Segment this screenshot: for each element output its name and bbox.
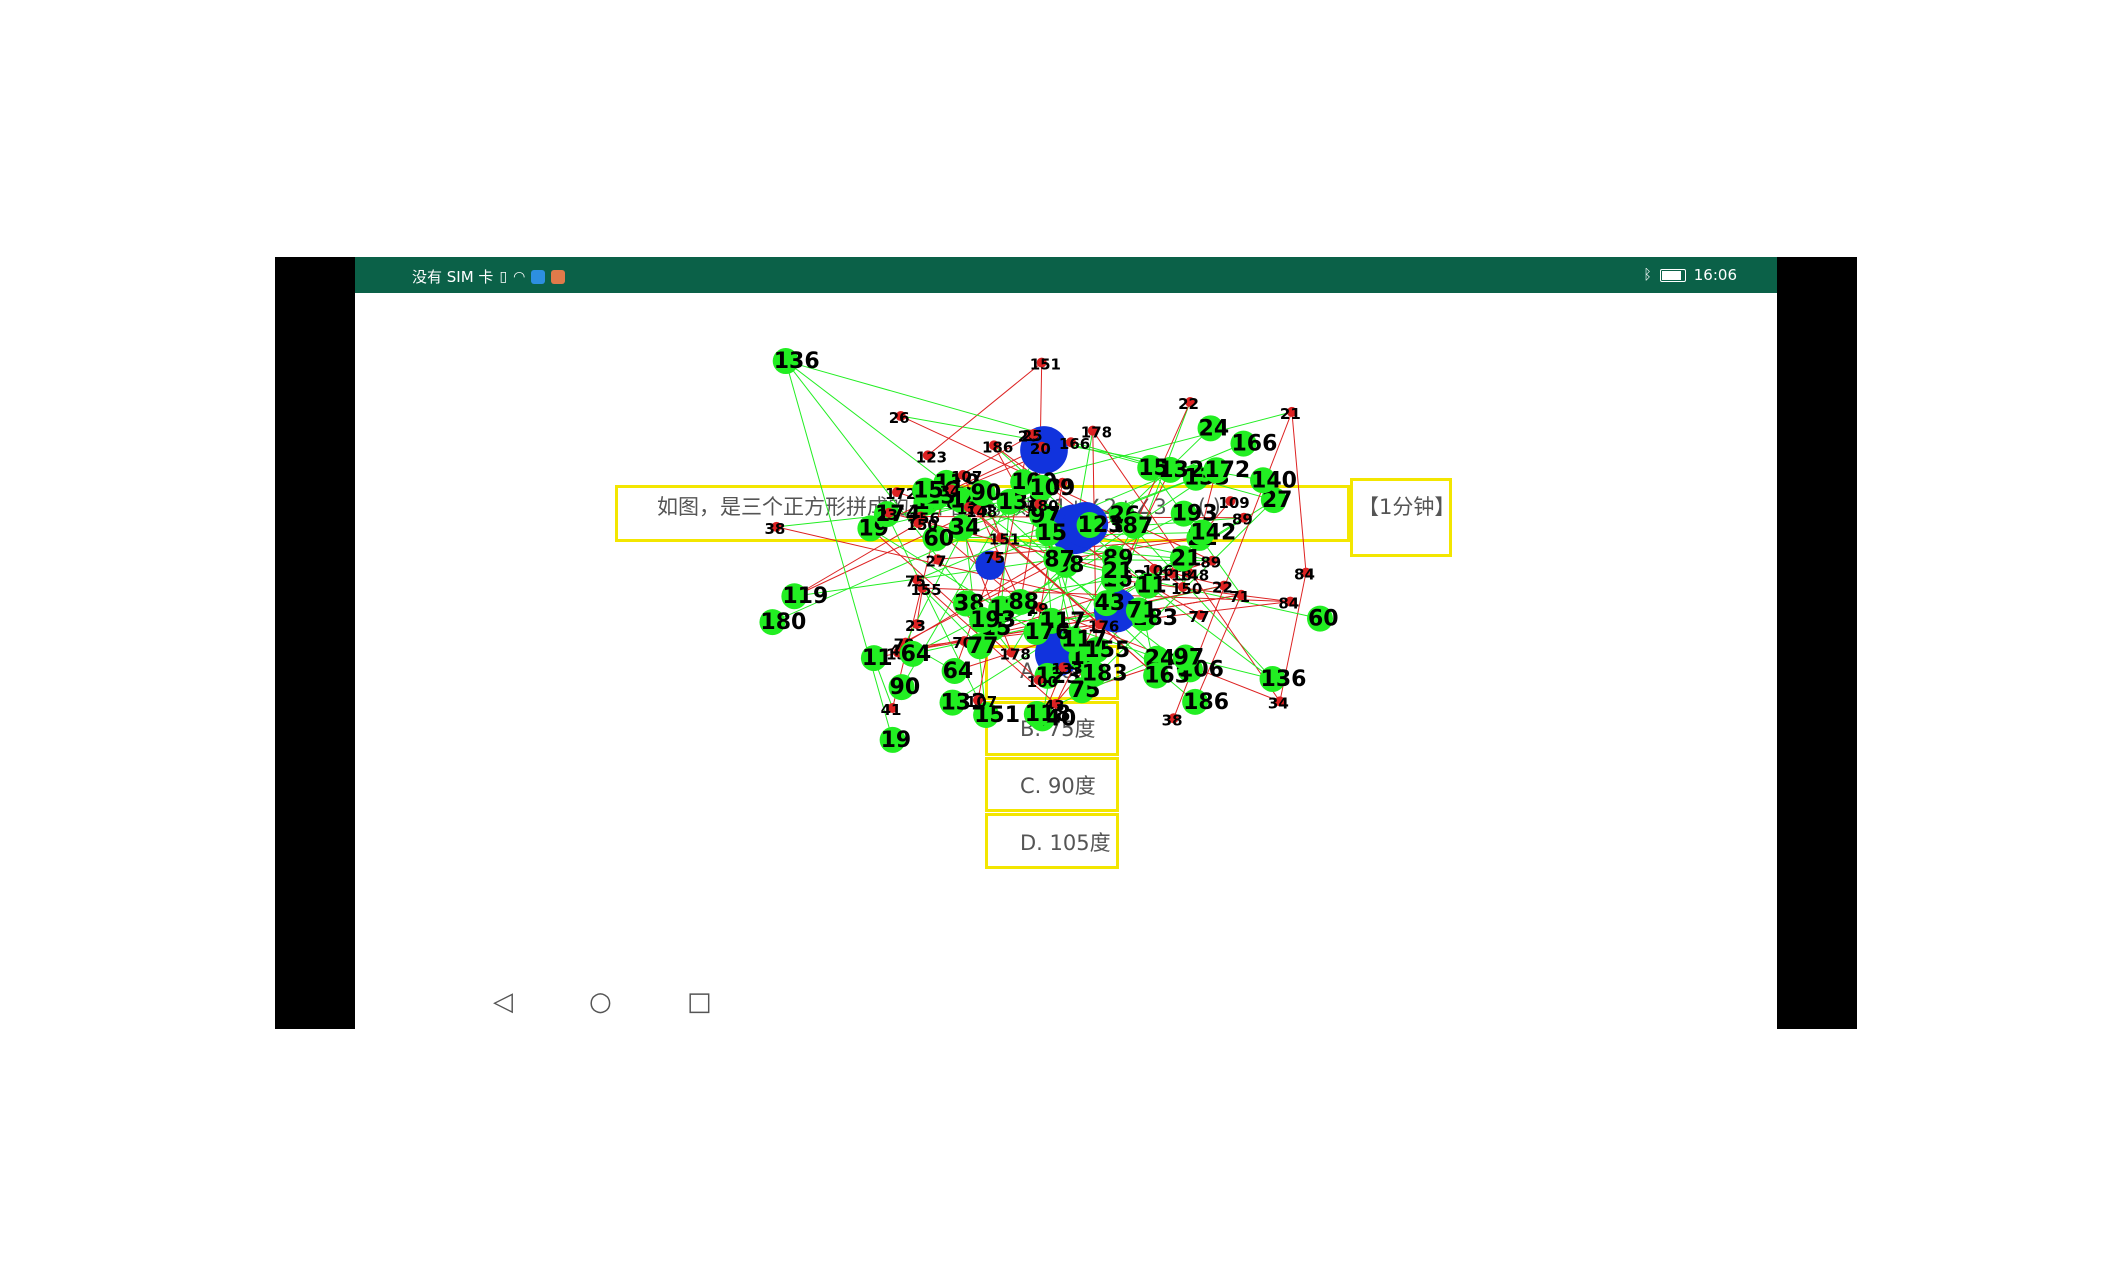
overlay-node-label: 38 [1162, 711, 1183, 729]
overlay-node-label: 151 [1030, 356, 1061, 374]
overlay-node-label: 109 [1218, 494, 1249, 512]
overlay-node-label: 60 [1308, 607, 1339, 632]
overlay-node-label: 38 [764, 520, 785, 538]
overlay-node-label: 19 [881, 728, 912, 753]
overlay-node-label: 43 [1095, 591, 1126, 616]
overlay-node-label: 90 [971, 481, 1002, 506]
overlay-node-label: 107 [966, 693, 997, 711]
overlay-node-label: 87 [1123, 514, 1154, 539]
overlay-node-label: 136 [1261, 667, 1307, 692]
overlay-node-label: 193 [970, 608, 1016, 633]
overlay-node-label: 34 [940, 482, 961, 500]
overlay-node-label: 97 [1174, 646, 1205, 671]
overlay-node-label: 64 [901, 642, 932, 667]
overlay-node-label: 123 [916, 448, 947, 466]
overlay-node-label: 166 [1231, 432, 1277, 457]
overlay-node-label: 106 [1142, 562, 1173, 580]
overlay-node-label: 87 [1044, 547, 1075, 572]
overlay-node-label: 84 [1278, 595, 1299, 613]
overlay-node-label: 176 [1024, 620, 1070, 645]
overlay-node-label: 151 [989, 531, 1020, 549]
overlay-node-label: 23 [905, 617, 926, 635]
overlay-node-label: 84 [1294, 566, 1315, 584]
overlay-node-label: 75 [905, 573, 926, 591]
overlay-node-label: 142 [1190, 521, 1236, 546]
overlay-node-label: 178 [1000, 646, 1031, 664]
overlay-node-label: 15 [1138, 456, 1169, 481]
overlay-node-label: 20 [1030, 440, 1051, 458]
overlay-node-label: 24 [1199, 416, 1230, 441]
overlay-node-label: 22 [1212, 579, 1233, 597]
overlay-node-label: 180 [760, 610, 806, 635]
overlay-node-label: 22 [1178, 395, 1199, 413]
overlay-node-label: 178 [1081, 424, 1112, 442]
overlay-node-label: 172 [885, 485, 916, 503]
overlay-node-label: 186 [982, 438, 1013, 456]
overlay-node-label: 89 [1232, 511, 1253, 529]
overlay-node-label: 21 [1171, 546, 1202, 571]
overlay-node-label: 123 [1078, 513, 1124, 538]
overlay-node-label: 90 [890, 675, 921, 700]
overlay-node-label: 136 [774, 349, 820, 374]
overlay-node-label: 77 [1189, 608, 1210, 626]
overlay-node-label: 75 [984, 549, 1005, 567]
overlay-node-label: 119 [782, 584, 828, 609]
overlay-node-label: 150 [907, 516, 938, 534]
overlay-node-label: 77 [968, 634, 999, 659]
overlay-node-label: 183 [1082, 662, 1128, 687]
overlay-node-label: 11 [862, 646, 893, 671]
overlay-node-label: 140 [1251, 468, 1297, 493]
overlay-node-label: 64 [943, 659, 974, 684]
overlay-node-label: 26 [889, 409, 910, 427]
overlay-node-label: 21 [1103, 559, 1134, 584]
overlay-node-label: 180 [1027, 497, 1058, 515]
overlay-node-label: 34 [1268, 694, 1289, 712]
overlay-node-label: 172 [1204, 458, 1250, 483]
overlay-node-label: 186 [1183, 690, 1229, 715]
overlay-node-label: 71 [1127, 598, 1158, 623]
overlay-node-label: 21 [1280, 405, 1301, 423]
overlay-node-label: 150 [1171, 580, 1202, 598]
overlay-node-label: 15 [1037, 521, 1068, 546]
overlay-node-label: 118 [1025, 702, 1071, 727]
overlay-node-label: 41 [881, 701, 902, 719]
overlay-node-label: 27 [926, 552, 947, 570]
overlay-link [785, 360, 1171, 471]
overlay-node-label: 133 [1051, 660, 1082, 678]
debug-overlay: 7513326123896417613234112238191521232527… [759, 348, 1339, 753]
overlay-node-label: 23 [877, 506, 898, 524]
overlay-node-label: 176 [1088, 617, 1119, 635]
